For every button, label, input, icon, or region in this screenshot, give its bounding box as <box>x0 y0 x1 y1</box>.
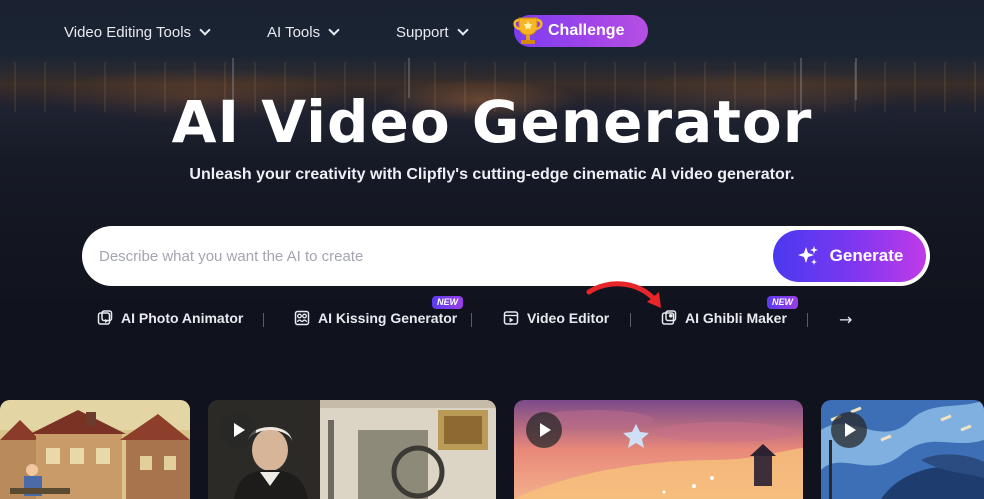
tool-ai-photo-animator[interactable]: AI Photo Animator <box>97 310 243 326</box>
play-button[interactable] <box>526 412 562 448</box>
trophy-icon <box>513 17 543 44</box>
divider <box>807 313 808 327</box>
kissing-icon <box>294 310 310 326</box>
portrait-thumbnail <box>208 400 496 499</box>
chevron-down-icon <box>328 24 340 36</box>
tool-label: Video Editor <box>527 310 610 326</box>
divider <box>263 313 264 327</box>
page-subtitle: Unleash your creativity with Clipfly's c… <box>189 166 795 183</box>
tool-label: AI Kissing Generator <box>318 310 458 326</box>
tool-label: AI Ghibli Maker <box>685 310 787 326</box>
top-navigation: Video Editing Tools AI Tools Support Cha… <box>0 0 984 62</box>
village-thumbnail <box>0 400 190 499</box>
photo-animator-icon <box>97 310 113 325</box>
generate-button[interactable]: Generate <box>773 230 926 282</box>
ghibli-icon <box>661 310 677 325</box>
nav-ai-tools[interactable]: AI Tools <box>267 22 340 42</box>
generate-label: Generate <box>829 246 904 265</box>
divider <box>471 313 472 327</box>
tool-video-editor[interactable]: Video Editor <box>503 310 609 326</box>
arrow-right-icon[interactable]: → <box>839 310 852 329</box>
nav-support[interactable]: Support <box>396 22 469 42</box>
chevron-down-icon <box>456 24 469 36</box>
new-badge: NEW <box>767 296 798 309</box>
gallery-card[interactable] <box>208 400 496 499</box>
video-editor-icon <box>503 311 519 325</box>
nav-label: Video Editing Tools <box>64 23 192 41</box>
challenge-button[interactable]: Challenge <box>513 15 648 47</box>
gallery-card[interactable] <box>0 400 190 499</box>
nav-video-editing-tools[interactable]: Video Editing Tools <box>64 22 211 42</box>
play-button[interactable] <box>220 412 256 448</box>
nav-label: Support <box>396 23 449 41</box>
gallery-card[interactable] <box>514 400 803 499</box>
tool-ai-kissing-generator[interactable]: AI Kissing Generator <box>294 310 457 326</box>
gallery-card[interactable] <box>821 400 984 499</box>
challenge-label: Challenge <box>548 22 625 39</box>
new-badge: NEW <box>432 296 463 309</box>
divider <box>630 313 631 327</box>
play-button[interactable] <box>831 412 867 448</box>
prompt-search-bar: Generate <box>82 226 930 286</box>
quick-tools-bar: AI Photo Animator AI Kissing Generator N… <box>0 296 984 342</box>
page-title: AI Video Generator <box>171 88 813 156</box>
tool-ai-ghibli-maker[interactable]: AI Ghibli Maker <box>661 310 787 326</box>
chevron-down-icon <box>199 24 211 36</box>
nav-label: AI Tools <box>267 23 321 41</box>
sunset-thumbnail <box>514 400 803 499</box>
tool-label: AI Photo Animator <box>121 310 244 326</box>
sparkle-icon <box>797 246 818 265</box>
